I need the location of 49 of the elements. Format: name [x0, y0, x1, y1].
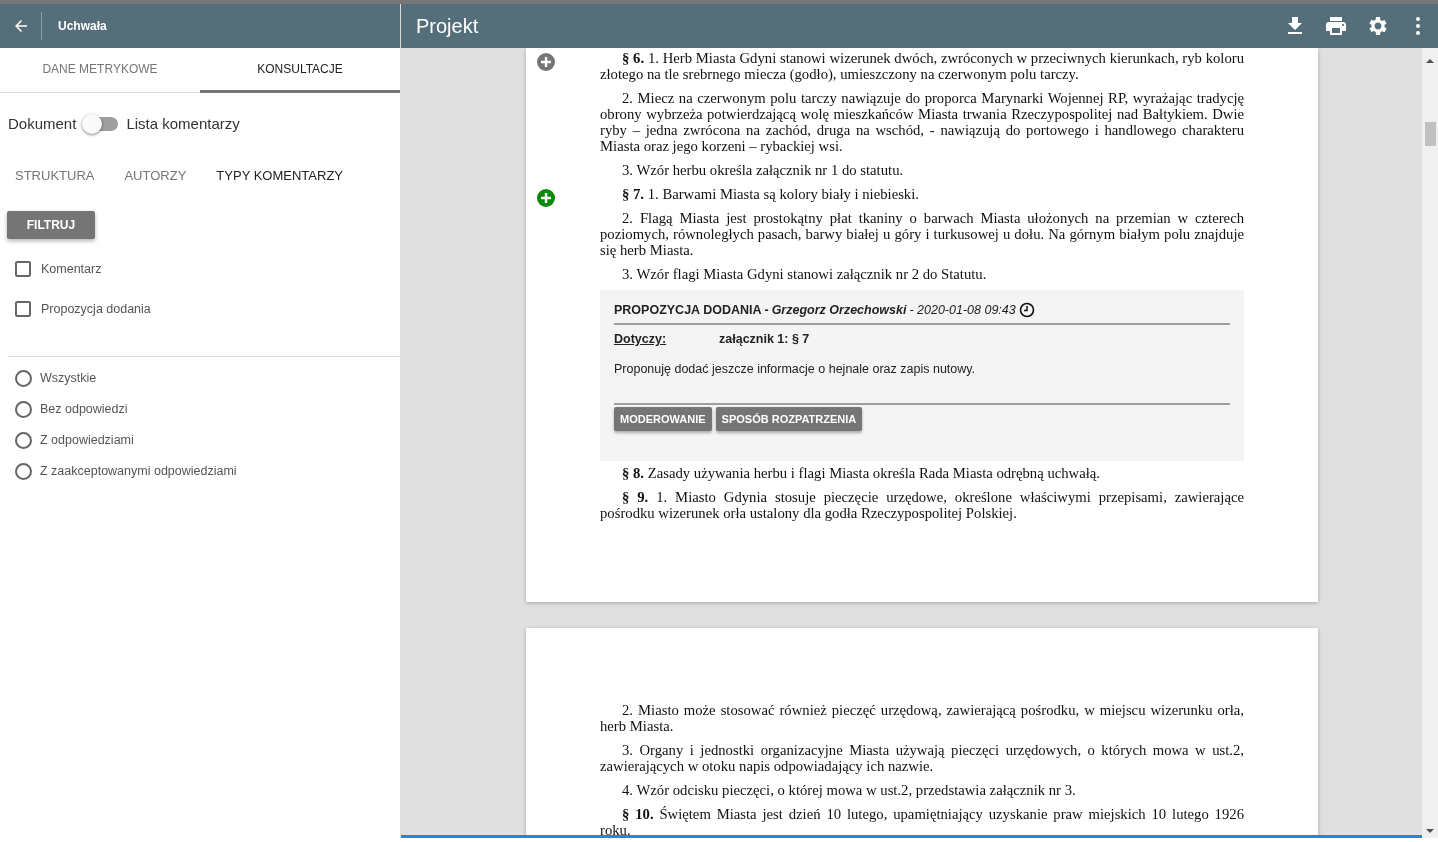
more-icon	[1415, 17, 1420, 35]
radio-label: Z odpowiedziami	[40, 431, 134, 449]
tab[interactable]: AUTORZY	[124, 165, 187, 185]
add-comment-button[interactable]	[536, 52, 556, 72]
paragraph: 2. Miasto może stosować również pieczęć urzędową, zawierającą pośrodku, w miejscu wizerunku orła, herb Miasta.	[600, 702, 1244, 734]
paragraph: § 7. 1. Barwami Miasta są kolory biały i niebieski.	[621, 186, 920, 202]
comment-author: Grzegorz Orzechowski	[771, 302, 907, 318]
paragraph: 4. Wzór odcisku pieczęci, o której mowa w ust.2, przedstawia załącznik nr 3.	[621, 782, 1077, 798]
concerns-value: załącznik 1: § 7	[719, 331, 810, 347]
paragraph: 3. Organy i jednostki organizacyjne Miasta używają pieczęci urzędowych, o których mowa w ust.2, zawierających w otoku napis odpowiadający ich nazwie.	[600, 742, 1244, 774]
radio-button[interactable]	[15, 431, 32, 449]
clock-icon	[1018, 302, 1035, 318]
paragraph: § 8. Zasady używania herbu i flagi Miasta określa Rada Miasta odrębną uchwałą.	[621, 465, 1101, 481]
paragraph: 2. Miecz na czerwonym polu tarczy nawiązuje do proporca Marynarki Wojennej RP, wyrażając tradycję obrony wybrzeża potwierdzającą wolę mieszkańców Miasta trwania Rzeczypospolitej nad Bałtykiem. Dwie ryby – jedna zwrócona na zachód, druga na wschód, - nawiązują do portowego i handlowego charakteru Miasta oraz jego korzeni – rybackiej wsi.	[600, 90, 1244, 154]
radio-button[interactable]	[15, 400, 32, 418]
tab[interactable]: STRUKTURA	[15, 165, 95, 185]
comment-type: PROPOZYCJA DODANIA -	[614, 302, 769, 318]
checkbox-label: Propozycja dodania	[41, 300, 151, 318]
tab[interactable]: DANE METRYKOWE	[0, 48, 200, 93]
comment-text: Proponuję dodać jeszcze informacje o hejnale oraz zapis nutowy.	[614, 361, 977, 377]
scrollbar[interactable]	[1422, 48, 1438, 838]
view-switch[interactable]	[84, 117, 119, 132]
document-title: Uchwała	[58, 18, 107, 35]
comment-action-button[interactable]: SPOSÓB ROZPATRZENIA	[715, 407, 863, 431]
toggle-label: Lista komentarzy	[126, 114, 240, 134]
paragraph: 3. Wzór herbu określa załącznik nr 1 do statutu.	[621, 162, 905, 178]
radio-button[interactable]	[15, 369, 32, 387]
paragraph: 3. Wzór flagi Miasta Gdyni stanowi załącznik nr 2 do Statutu.	[621, 266, 988, 282]
tab[interactable]: TYPY KOMENTARZY	[216, 165, 343, 185]
radio-label: Z zaakceptowanymi odpowiedziami	[40, 462, 237, 480]
concerns-label: Dotyczy:	[614, 331, 668, 347]
print-icon	[1323, 14, 1348, 38]
paragraph: § 6. 1. Herb Miasta Gdyni stanowi wizerunek dwóch, zwróconych w przeciwnych kierunkach, ryb koloru złotego na tle srebrnego miecza (godło), umieszczony na czerwonym polu tarczy.	[600, 50, 1244, 82]
paragraph: 2. Flagą Miasta jest prostokątny płat tkaniny o barwach Miasta ułożonych na przemian w czterech poziomych, równoległych pasach, barwy białej u góry i turkusowej u dołu. Na górnym białym polu znajduje się herb Miasta.	[600, 210, 1244, 258]
checkbox[interactable]	[15, 301, 31, 317]
checkbox[interactable]	[15, 261, 31, 277]
paragraph: § 9. 1. Miasto Gdynia stosuje pieczęcie urzędowe, określone właściwymi przepisami, zawierające pośrodku wizerunek orła ustalony dla godła Rzeczypospolitej Polskiej.	[600, 489, 1244, 521]
filter-button[interactable]: FILTRUJ	[7, 211, 95, 239]
paragraph: § 10. Świętem Miasta jest dzień 10 lutego, upamiętniający uzyskanie praw miejskich 10 lutego 1926 roku.	[600, 806, 1244, 835]
radio-label: Wszystkie	[40, 369, 97, 387]
add-comment-button[interactable]	[536, 188, 556, 208]
comment-date: - 2020-01-08 09:43	[909, 302, 1016, 318]
toggle-label: Dokument	[8, 114, 77, 134]
checkbox-label: Komentarz	[41, 260, 102, 278]
comment-action-button[interactable]: MODEROWANIE	[614, 407, 712, 431]
scrollbar-thumb[interactable]	[1425, 122, 1436, 146]
page-title: Projekt	[416, 14, 480, 39]
radio-button[interactable]	[15, 462, 32, 480]
radio-label: Bez odpowiedzi	[40, 400, 128, 418]
